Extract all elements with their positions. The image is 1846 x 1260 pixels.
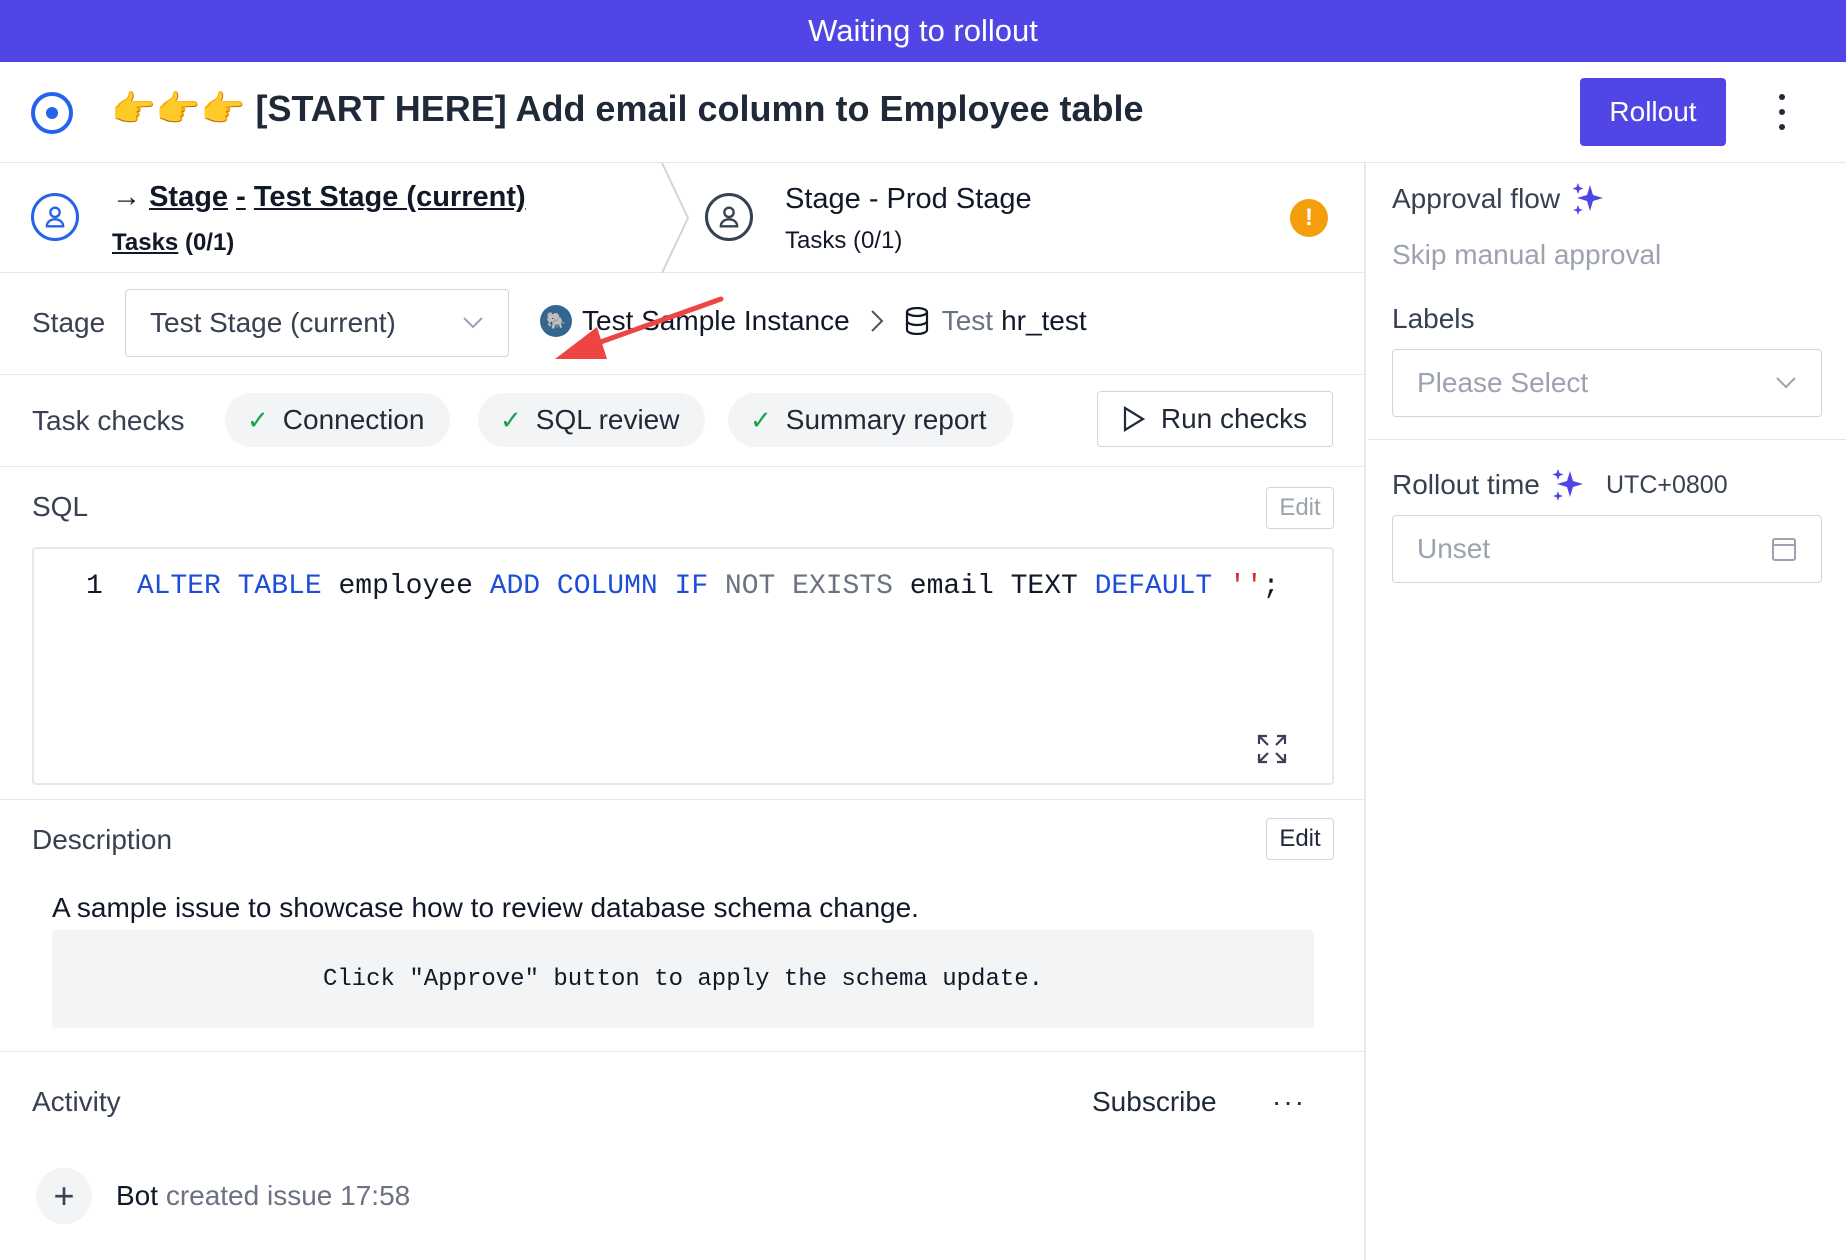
database-icon [905,307,928,335]
rollout-time-title: Rollout time [1392,467,1586,503]
stage-separator [661,163,690,273]
stage-test-tasks[interactable]: Tasks (0/1) [112,229,234,257]
rollout-time-placeholder: Unset [1417,533,1491,564]
activity-time: 17:58 [340,1180,411,1211]
run-checks-button[interactable]: Run checks [1097,391,1333,447]
description-text: A sample issue to showcase how to review… [52,892,919,923]
expand-icon[interactable] [1256,733,1288,765]
stage-label: Stage [32,307,106,338]
activity-entry: Bot created issue 17:58 [116,1180,410,1212]
main-content: → Stage - Test Stage (current) Tasks (0/… [0,163,1366,1260]
description-section: Description Edit A sample issue to showc… [0,800,1366,1052]
sparkle-icon [1552,469,1583,501]
stage-prod-link[interactable]: Stage - Prod Stage [785,183,1032,216]
rollout-button[interactable]: Rollout [1580,78,1726,146]
chevron-right-icon [870,310,884,332]
arrow-right-icon: → [112,181,141,213]
stage-selector-row: Stage Test Stage (current) 🐘 Test Sample… [0,273,1366,375]
postgres-icon: 🐘 [540,305,572,337]
rollout-time-input[interactable]: Unset [1392,515,1822,583]
warning-icon: ! [1290,199,1328,237]
database-link[interactable]: hr_test [1001,305,1087,337]
chevron-down-icon [1776,377,1796,389]
task-checks-row: Task checks ✓ Connection ✓ SQL review ✓ … [0,375,1366,467]
timezone-label: UTC+0800 [1606,471,1728,499]
stage-select[interactable]: Test Stage (current) [125,289,509,357]
plus-icon: + [36,1168,92,1224]
check-icon: ✓ [500,404,522,435]
environment-label: Test [941,305,994,336]
labels-title: Labels [1392,303,1475,334]
task-checks-label: Task checks [32,405,185,436]
activity-more-icon[interactable]: ··· [1272,1086,1306,1118]
check-chip-connection[interactable]: ✓ Connection [225,393,451,447]
sql-edit-button[interactable]: Edit [1266,487,1334,529]
check-chip-summary-report[interactable]: ✓ Summary report [728,393,1013,447]
sql-section: SQL Edit 1 ALTER TABLE employee ADD COLUM… [0,467,1366,800]
status-dot-icon [31,92,73,134]
activity-section: Activity Subscribe ··· + Bot created iss… [0,1052,1366,1260]
check-chip-sql-review[interactable]: ✓ SQL review [478,393,706,447]
sidebar-divider [1368,439,1846,440]
instance-breadcrumb: 🐘 Test Sample Instance Test hr_test [540,305,1087,337]
user-icon [705,193,753,241]
issue-sidebar: Approval flow Skip manual approval Label… [1368,163,1846,1260]
instance-link[interactable]: Test Sample Instance [582,305,850,337]
description-edit-button[interactable]: Edit [1266,818,1334,860]
stage-pipeline: → Stage - Test Stage (current) Tasks (0/… [0,163,1366,273]
activity-title: Activity [32,1086,121,1117]
chevron-down-icon [463,317,483,329]
labels-select[interactable]: Please Select [1392,349,1822,417]
approval-flow-value: Skip manual approval [1392,239,1662,270]
calendar-icon [1772,538,1796,561]
approval-flow-title: Approval flow [1392,181,1606,217]
banner-text: Waiting to rollout [808,13,1038,48]
labels-placeholder: Please Select [1417,367,1589,398]
stage-select-value: Test Stage (current) [150,307,396,338]
issue-title: 👉👉👉 [START HERE] Add email column to Emp… [111,88,1144,129]
description-title: Description [32,824,173,855]
sql-editor[interactable]: 1 ALTER TABLE employee ADD COLUMN IF NOT … [32,547,1334,785]
issue-header: 👉👉👉 [START HERE] Add email column to Emp… [0,62,1846,163]
sparkle-icon [1572,183,1604,215]
activity-user[interactable]: Bot [116,1180,158,1211]
check-icon: ✓ [247,404,269,435]
sql-title: SQL [32,491,89,522]
code-line: 1 ALTER TABLE employee ADD COLUMN IF NOT … [86,571,1280,602]
user-icon [31,193,79,241]
subscribe-button[interactable]: Subscribe [1092,1086,1217,1118]
stage-test-link[interactable]: → Stage - Test Stage (current) [112,181,526,214]
description-code-block: Click "Approve" button to apply the sche… [52,930,1314,1028]
play-icon [1123,406,1145,432]
activity-action: created issue [165,1180,333,1211]
line-number: 1 [86,571,103,602]
stage-prod-tasks[interactable]: Tasks (0/1) [785,227,902,255]
status-banner: Waiting to rollout [0,0,1846,62]
more-options-icon[interactable] [1770,90,1794,134]
check-icon: ✓ [750,404,772,435]
